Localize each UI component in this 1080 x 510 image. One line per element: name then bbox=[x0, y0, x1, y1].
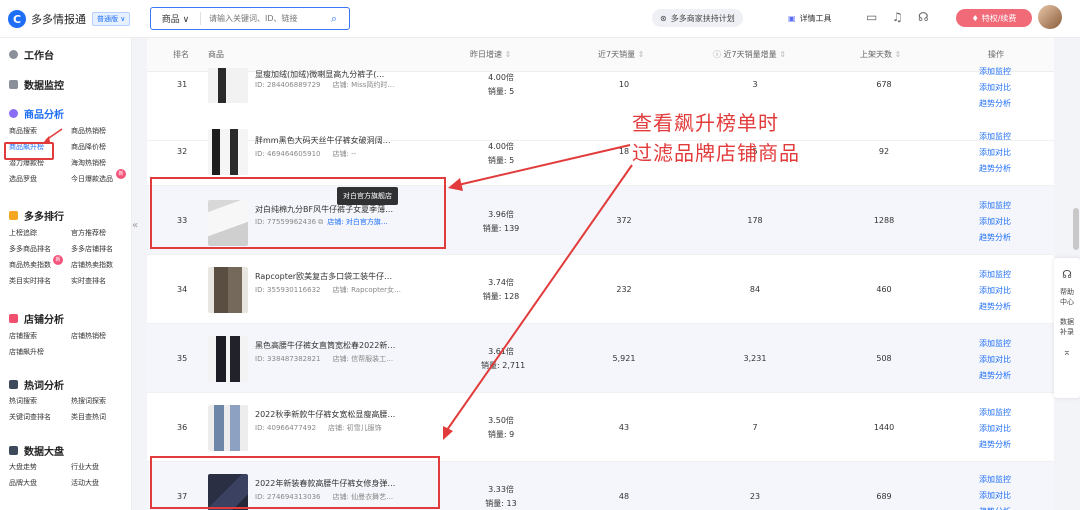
arrow-line-to-row-33 bbox=[457, 144, 631, 186]
data-supplement-link[interactable]: 数据补录 bbox=[1057, 317, 1077, 337]
help-center-link[interactable]: 帮助中心 bbox=[1057, 287, 1077, 307]
headset-help-icon[interactable]: ☊ bbox=[1054, 268, 1080, 281]
arrow-line-to-row-37 bbox=[446, 164, 633, 431]
floating-toolbar: ☊ 帮助中心 数据补录 ⌅ bbox=[1054, 258, 1080, 398]
back-to-top-icon[interactable]: ⌅ bbox=[1054, 347, 1080, 358]
annotation-arrows bbox=[443, 144, 633, 440]
scrollbar-thumb[interactable] bbox=[1073, 208, 1079, 250]
arrow-head-row-33 bbox=[448, 178, 463, 191]
